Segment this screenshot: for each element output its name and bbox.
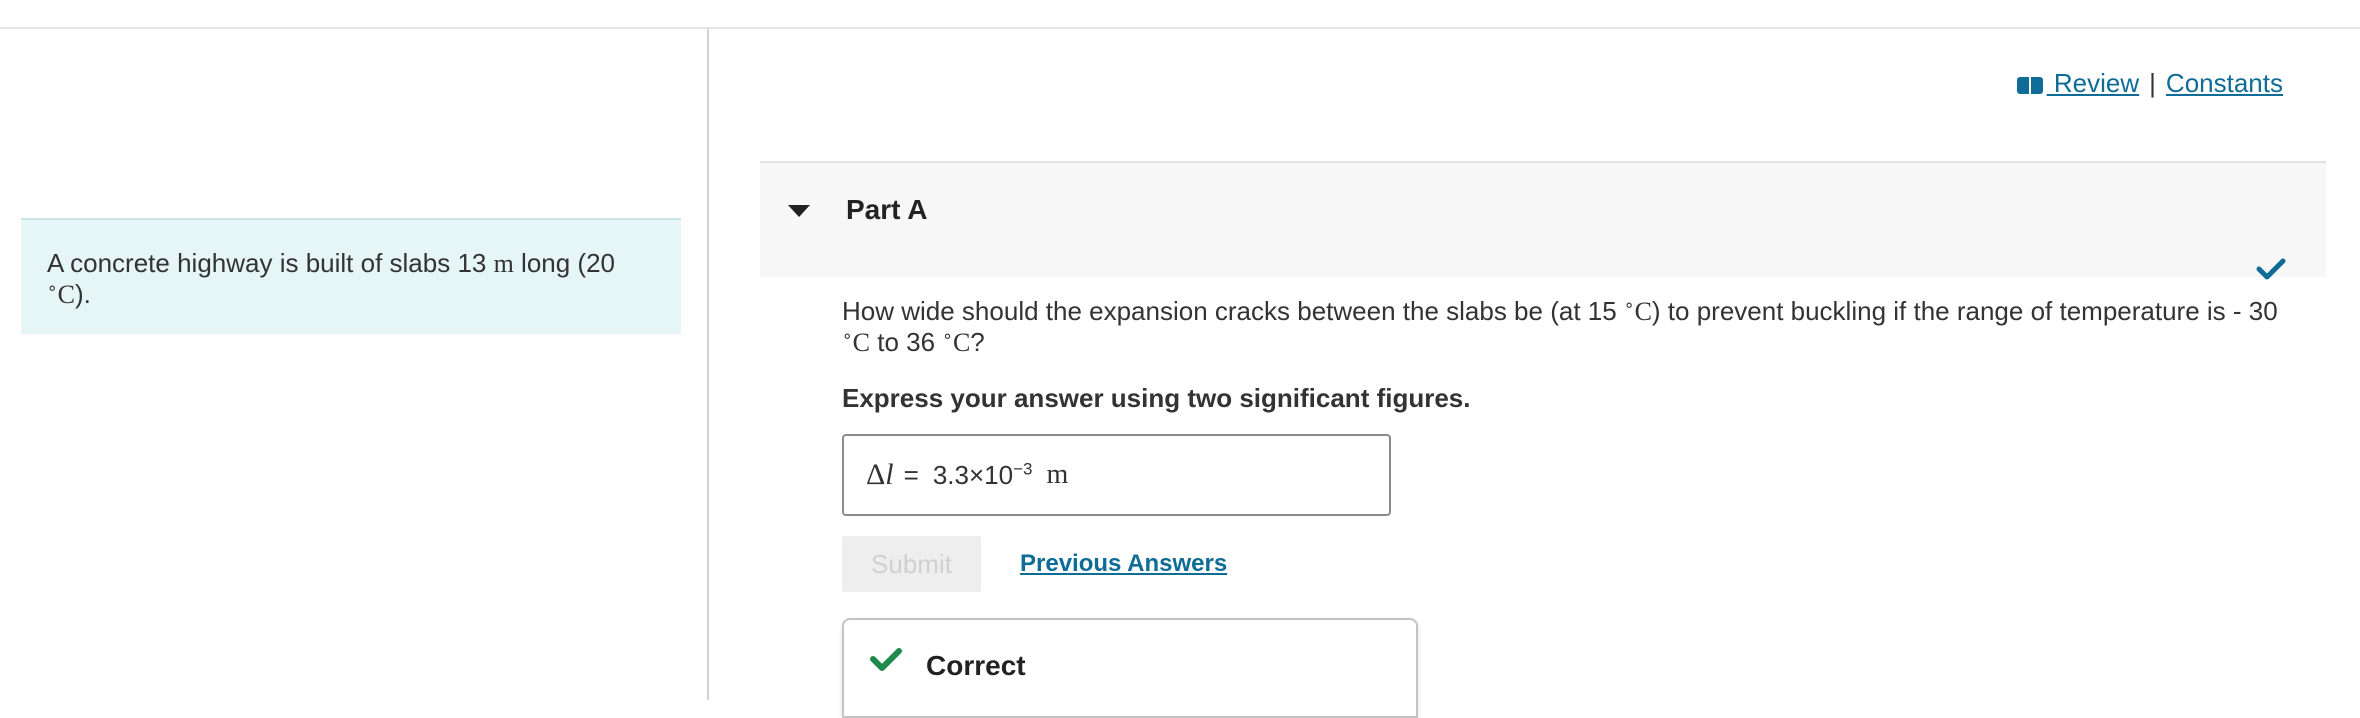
delta-symbol: Δ: [866, 458, 886, 491]
length-symbol: l: [885, 458, 894, 491]
pane-divider: [707, 29, 709, 700]
unit-celsius: C: [1634, 297, 1652, 326]
part-title: Part A: [846, 194, 928, 225]
review-label: Review: [2046, 68, 2140, 98]
link-separator: |: [2149, 68, 2156, 98]
previous-answers-link[interactable]: Previous Answers: [1020, 550, 1227, 578]
problem-intro: A concrete highway is built of slabs 13 …: [21, 218, 681, 334]
intro-suffix: ).: [75, 279, 91, 309]
question-part: ) to prevent buckling if the range of te…: [1651, 296, 2278, 326]
unit-celsius: C: [952, 328, 971, 357]
submit-button[interactable]: Submit: [842, 536, 981, 592]
answer-unit: m: [1046, 459, 1069, 490]
question-part: to 36: [870, 327, 943, 357]
answer-mantissa: 3.3×10: [932, 459, 1014, 490]
part-header[interactable]: Part A: [760, 161, 2326, 280]
intro-text-mid: long (20: [513, 248, 616, 278]
answer-exponent: −3: [1013, 458, 1033, 478]
top-rule: [0, 27, 2360, 29]
answer-field[interactable]: Δl = 3.3×10−3 m: [842, 434, 1391, 516]
answer-value: 3.3×10−3: [933, 460, 1033, 491]
intro-unit-c: C: [57, 280, 75, 309]
book-icon: [2016, 76, 2043, 94]
answer-instruction: Express your answer using two significan…: [842, 383, 1471, 413]
constants-link[interactable]: Constants: [2166, 68, 2283, 99]
question-text: How wide should the expansion cracks bet…: [842, 296, 2302, 358]
checkmark-icon: [870, 648, 902, 671]
unit-celsius: C: [852, 328, 870, 357]
intro-degree: ∘: [47, 278, 58, 298]
review-link[interactable]: Review: [2016, 68, 2140, 99]
checkmark-icon: [2256, 258, 2286, 280]
header-links: Review | Constants: [2016, 68, 2283, 99]
question-part: How wide should the expansion cracks bet…: [842, 296, 1624, 326]
intro-unit-m: m: [493, 249, 514, 278]
caret-down-icon[interactable]: [788, 205, 810, 217]
equals-sign: =: [903, 459, 919, 490]
degree-symbol: ∘: [1623, 295, 1635, 315]
intro-text: A concrete highway is built of slabs 13: [47, 248, 494, 278]
feedback-panel: Correct: [842, 618, 1418, 718]
question-part: ?: [970, 327, 985, 357]
answer-symbol: Δl: [866, 458, 894, 492]
feedback-label: Correct: [926, 650, 1026, 681]
degree-symbol: ∘: [942, 326, 953, 346]
degree-symbol: ∘: [842, 326, 853, 346]
